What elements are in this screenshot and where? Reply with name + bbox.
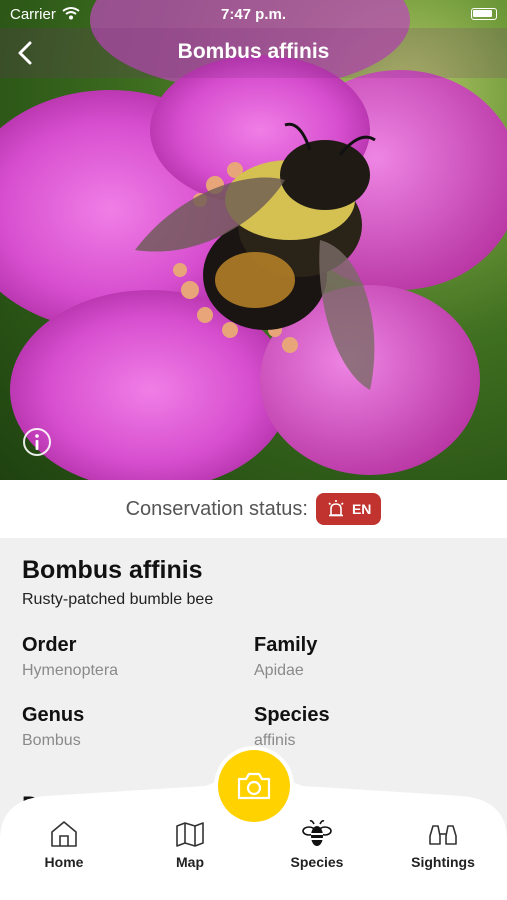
conservation-label: Conservation status: <box>125 497 308 520</box>
home-icon <box>51 821 77 847</box>
tab-home[interactable]: Home <box>19 818 109 870</box>
species-photo: Carrier 7:47 p.m. Bombus affinis <box>0 0 507 480</box>
species-field: Species affinis <box>254 704 330 750</box>
conservation-status-row: Conservation status: EN <box>0 480 507 538</box>
genus-field: Genus Bombus <box>22 704 84 750</box>
genus-label: Genus <box>22 704 85 726</box>
tab-map-label: Map <box>176 854 204 870</box>
genus-value: Bombus <box>22 732 81 749</box>
species-value: affinis <box>254 732 296 749</box>
camera-button[interactable] <box>218 750 290 822</box>
family-field: Family Apidae <box>254 634 317 680</box>
tab-home-label: Home <box>44 854 84 870</box>
page-title: Bombus affinis <box>177 40 330 63</box>
status-badge-label: EN <box>351 501 372 517</box>
scientific-name: Bombus affinis <box>22 556 203 584</box>
tab-species-label: Species <box>290 854 344 870</box>
tab-sightings-label: Sightings <box>411 854 475 870</box>
info-icon[interactable] <box>21 426 53 458</box>
alarm-icon <box>328 500 344 517</box>
camera-icon <box>237 772 271 800</box>
species-label: Species <box>254 704 330 726</box>
order-field: Order Hymenoptera <box>22 634 118 680</box>
tab-species[interactable]: Species <box>272 818 362 870</box>
order-label: Order <box>22 634 77 656</box>
family-value: Apidae <box>254 662 304 679</box>
order-value: Hymenoptera <box>22 662 119 679</box>
map-icon <box>176 822 204 847</box>
status-badge[interactable]: EN <box>315 493 382 525</box>
binoculars-icon <box>429 825 457 845</box>
nav-header: Bombus affinis <box>0 28 507 78</box>
battery-icon <box>471 8 497 20</box>
tab-sightings[interactable]: Sightings <box>398 818 488 870</box>
family-label: Family <box>254 634 318 656</box>
status-bar: Carrier 7:47 p.m. <box>0 0 507 28</box>
status-time: 7:47 p.m. <box>220 6 287 23</box>
bee-icon <box>302 820 332 846</box>
common-name: Rusty-patched bumble bee <box>22 591 214 608</box>
tab-map[interactable]: Map <box>145 818 235 870</box>
